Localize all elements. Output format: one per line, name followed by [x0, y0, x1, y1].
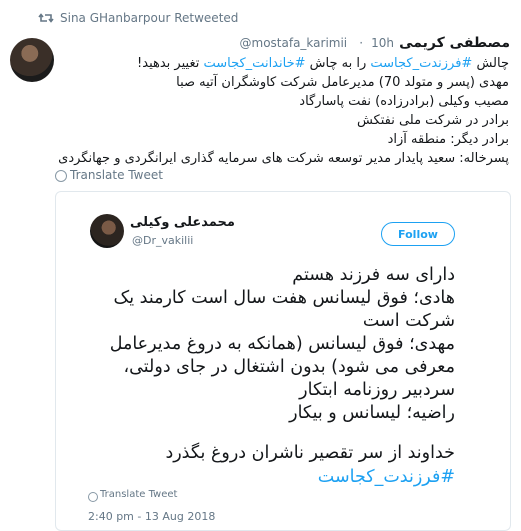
separator-dot: ·: [359, 36, 364, 50]
globe-icon: [88, 492, 98, 502]
tweet-line: مهدی (پسر و متولد 70) مدیرعامل شرکت کاوش…: [69, 73, 509, 92]
quoted-line: راضیه؛ لیسانس و بیکار: [289, 403, 455, 423]
tweet-text: برادر در شرکت ملی نفتکش: [356, 113, 509, 128]
quoted-line: هادی؛ فوق لیسانس هفت سال است کارمند یک: [113, 288, 455, 308]
tweet-line: مصیب وکیلی (برادرزاده) نفت پاسارگاد: [69, 92, 509, 111]
tweet-text: برادر دیگر: منطقه آزاد: [387, 132, 509, 147]
quoted-line: شرکت است: [362, 311, 455, 331]
hashtag-link[interactable]: #خاندانت_کجاست: [203, 56, 305, 71]
quoted-line: خداوند از سر تقصیر ناشران دروغ بگذرد: [165, 443, 455, 463]
author-display-name[interactable]: مصطفی کریمی: [399, 35, 510, 51]
retweet-label[interactable]: Sina GHanbarpour Retweeted: [60, 11, 238, 25]
tweet-text: تغییر بدهید!: [137, 56, 204, 71]
tweet-line: برادر در شرکت ملی نفتکش: [69, 111, 509, 130]
translate-tweet-link[interactable]: Translate Tweet: [70, 168, 163, 182]
quoted-line: دارای سه فرزند هستم: [292, 265, 455, 285]
quoted-hashtag-link[interactable]: #فرزندت_کجاست: [40, 466, 455, 488]
quoted-author-handle[interactable]: @Dr_vakilii: [132, 234, 193, 247]
tweet-text: را به چاش: [305, 56, 371, 71]
tweet-line: پسرخاله: سعید پایدار مدیر توسعه شرکت های…: [58, 149, 509, 168]
tweet-text: پسرخاله: سعید پایدار مدیر توسعه شرکت های…: [58, 151, 509, 166]
quoted-line: سردبیر روزنامه ابتکار: [299, 380, 455, 400]
follow-button[interactable]: Follow: [381, 222, 455, 246]
quoted-translate-link[interactable]: Translate Tweet: [100, 489, 177, 500]
quoted-line: مهدی؛ فوق لیسانس (همانکه به دروغ مدیرعام…: [109, 334, 455, 354]
tweet-header: مصطفی کریمی @mostafa_karimii · 10h: [60, 32, 511, 52]
tweet-line: برادر دیگر: منطقه آزاد: [69, 130, 509, 149]
quoted-timestamp[interactable]: 2:40 pm - 13 Aug 2018: [88, 510, 215, 523]
globe-icon: [55, 170, 67, 182]
author-avatar[interactable]: [10, 38, 54, 82]
quoted-line: معرفی می شود) بدون اشتغال در جای دولتی،: [123, 357, 455, 377]
quoted-author-avatar[interactable]: [90, 214, 124, 248]
author-handle[interactable]: @mostafa_karimii: [240, 36, 348, 50]
hashtag-link[interactable]: #فرزندت_کجاست: [370, 56, 472, 71]
tweet-time[interactable]: 10h: [371, 36, 394, 50]
tweet-text: مصیب وکیلی (برادرزاده) نفت پاسارگاد: [299, 94, 509, 109]
tweet-text: مهدی (پسر و متولد 70) مدیرعامل شرکت کاوش…: [176, 75, 509, 90]
retweet-icon: [38, 13, 54, 23]
tweet-line: چالش #فرزندت_کجاست را به چاش #خاندانت_کج…: [69, 54, 509, 73]
quoted-author-display-name[interactable]: محمدعلی وکیلی: [130, 215, 235, 230]
tweet-text: چالش: [472, 56, 509, 71]
